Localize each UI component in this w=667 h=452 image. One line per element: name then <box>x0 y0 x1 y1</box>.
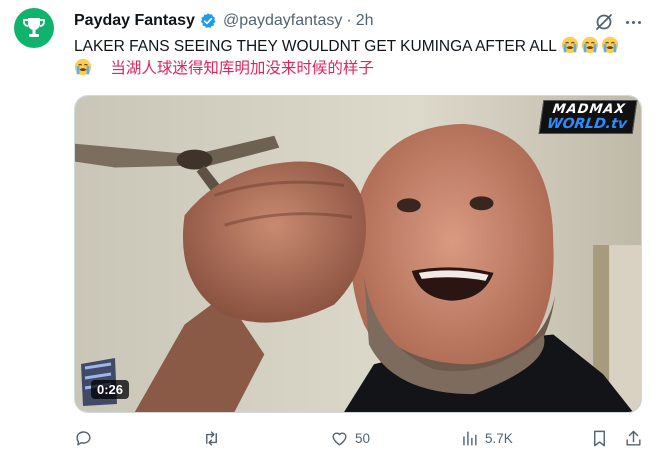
tweet-line-1: LAKER FANS SEEING THEY WOULDNT GET KUMIN… <box>74 36 649 58</box>
like-button[interactable]: 50 <box>330 426 370 450</box>
bookmark-icon <box>594 430 605 446</box>
tweet-text: LAKER FANS SEEING THEY WOULDNT GET KUMIN… <box>74 36 649 80</box>
retweet-icon <box>206 430 217 446</box>
user-handle[interactable]: @paydayfantasy <box>223 12 342 30</box>
reply-icon <box>76 430 91 446</box>
trophy-logo-icon <box>23 18 45 37</box>
more-icon[interactable] <box>622 12 644 32</box>
watermark-logo: MADMAX WORLD.tv <box>538 100 638 134</box>
separator-dot: · <box>346 12 352 29</box>
verified-badge-icon <box>200 13 216 28</box>
timestamp[interactable]: 2h <box>356 12 374 30</box>
watermark-line-1: MADMAX <box>551 101 627 117</box>
watermark-line-2: WORLD.tv <box>546 115 629 132</box>
display-name[interactable]: Payday Fantasy <box>74 12 195 30</box>
avatar[interactable] <box>14 8 54 48</box>
tweet-header: Payday Fantasy @paydayfantasy · 2h <box>74 10 374 32</box>
like-count: 50 <box>355 430 371 446</box>
views-button[interactable]: 5.7K <box>460 426 513 450</box>
tweet-text-en: LAKER FANS SEEING THEY WOULDNT GET KUMIN… <box>74 38 557 55</box>
views-icon <box>463 430 477 446</box>
action-bar: 50 5.7K <box>74 426 649 450</box>
crying-face-icon <box>561 36 578 54</box>
retweet-button[interactable] <box>202 426 227 450</box>
crying-face-icon <box>601 36 618 54</box>
like-icon <box>332 432 347 446</box>
crying-face-icon <box>581 36 598 54</box>
views-count: 5.7K <box>485 430 513 446</box>
share-button[interactable] <box>624 426 643 450</box>
crying-face-icon <box>74 58 92 76</box>
grok-icon[interactable] <box>594 12 614 32</box>
video-thumbnail <box>75 96 641 412</box>
video-duration: 0:26 <box>91 380 130 399</box>
tweet-line-2: 当湖人球迷得知库明加没来时候的样子 <box>74 58 649 80</box>
share-icon <box>626 430 641 446</box>
bookmark-button[interactable] <box>590 426 609 450</box>
video-player[interactable]: MADMAX WORLD.tv 0:26 <box>74 95 642 413</box>
reply-button[interactable] <box>74 426 99 450</box>
tweet-text-cn: 当湖人球迷得知库明加没来时候的样子 <box>110 60 374 77</box>
